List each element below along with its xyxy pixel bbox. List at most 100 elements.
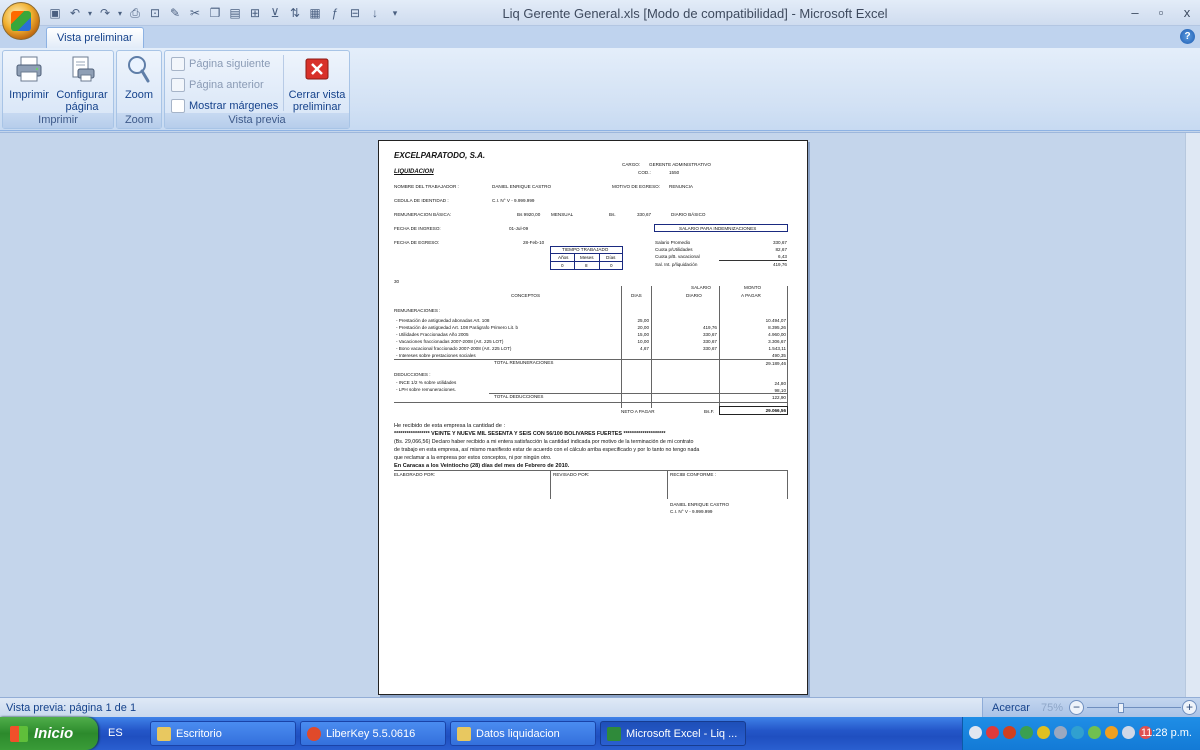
taskbar-item-liberkey[interactable]: LiberKey 5.5.0616 [300,721,446,746]
zoom-in-icon[interactable]: + [1182,700,1197,715]
ded-bottom-line [394,402,788,403]
tab-vista-preliminar[interactable]: Vista preliminar [46,27,144,48]
magnifier-icon [123,53,155,85]
group-vista-previa: Página siguiente Página anterior Mostrar… [164,50,350,129]
group-separator [283,55,284,111]
tray-app-icon[interactable] [1054,726,1067,739]
minimize-button[interactable]: – [1126,3,1144,21]
cod-label: COD.: [638,170,651,175]
salary-line-value: 330,67 [772,240,787,245]
remun-value: Bs 9920,00 [517,212,541,217]
language-indicator[interactable]: ES [108,727,123,739]
sign-ci: C.I. N° V - 9.999.999 [670,509,713,514]
table-col-divider-3 [719,286,720,408]
remun-label: REMUNERACION BÁSICA: [394,212,452,217]
salario-box-label: SALARIO PARA INDEMNIZACIONES [679,226,757,231]
deduction-row: - LPH sobre remuneraciones. [396,387,457,392]
help-icon[interactable]: ? [1180,29,1195,44]
neto-currency: Bs.F. [704,409,715,414]
group-label-zoom: Zoom [117,113,161,128]
print-preview-page[interactable]: EXCELPARATODO, S.A. LIQUIDACION CARGO: G… [378,140,808,695]
group-zoom: Zoom Zoom [116,50,162,129]
row-salario: 330,67 [702,332,717,337]
tiempo-divider-2 [551,261,622,262]
taskbar: Inicio ES Escritorio LiberKey 5.5.0616 D… [0,717,1200,750]
tray-back-icon[interactable] [969,726,982,739]
ribbon: Imprimir Configurar página Imprimir Zoom… [0,48,1200,131]
document-title: LIQUIDACION [394,169,434,175]
clock[interactable]: 11:28 p.m. [1141,727,1192,739]
tiempo-header-anos: Años [558,255,569,260]
tray-app-icon[interactable] [1105,726,1118,739]
tray-antivirus-icon[interactable] [986,726,999,739]
tiempo-value-anos: 0 [561,263,564,268]
system-tray: 11:28 p.m. [962,717,1200,750]
start-button[interactable]: Inicio [0,717,98,750]
ribbon-tab-bar: Vista preliminar ? [0,26,1200,48]
revisado-label: REVISADO POR: [553,472,590,477]
office-button[interactable] [2,2,40,40]
preview-workspace[interactable]: EXCELPARATODO, S.A. LIQUIDACION CARGO: G… [0,132,1200,698]
title-bar: ▣ ↶ ▾ ↷ ▾ ⎙ ⊡ ✎ ✂ ❐ ▤ ⊞ ⊻ ⇅ ▦ ƒ ⊟ ↓ ▾ Li… [0,0,1200,26]
tray-app-icon[interactable] [1020,726,1033,739]
sign-top-line [394,470,788,471]
zoom-slider-thumb[interactable] [1117,703,1124,713]
page-setup-button[interactable]: Configurar página [53,53,111,113]
concept-row: - Prestación de antigüedad abonadas Art.… [396,318,490,323]
tray-shield-icon[interactable] [1037,726,1050,739]
close-button[interactable]: x [1178,3,1196,21]
short-code: 30 [394,279,400,284]
close-preview-button[interactable]: Cerrar vista preliminar [287,53,347,113]
concept-row: - Utilidades Fraccionadas Año 2005 [396,332,469,337]
deduction-row: - INCE 1/2 % sobre utilidades [396,380,457,385]
tray-volume-icon[interactable] [1122,726,1135,739]
tray-app-icon[interactable] [1003,726,1016,739]
row-dias: 4,67 [640,346,649,351]
zoom-button[interactable]: Zoom [120,53,158,101]
vertical-scrollbar[interactable] [1185,133,1200,698]
salary-line-label: Sal. Int. p/liquidación [655,262,698,267]
deducciones-label: DEDUCCIONES : [394,372,431,377]
daily-value: 330,67 [637,212,652,217]
elaborado-label: ELABORADO POR: [394,472,436,477]
taskbar-item-excel[interactable]: Microsoft Excel - Liq ... [600,721,746,746]
tray-network-icon[interactable] [1071,726,1084,739]
restore-button[interactable]: ▫ [1152,3,1170,21]
declaration-line: que reclamar a la empresa por estos conc… [394,455,552,461]
page-setup-icon [66,53,98,85]
table-col-divider-2 [651,286,652,408]
tiempo-value-meses: 8 [585,263,588,268]
folder-icon [157,726,171,741]
cedula-value: C.I. N° V - 9.999.999 [492,198,535,203]
tiempo-divider [551,253,622,254]
taskbar-item-escritorio[interactable]: Escritorio [150,721,296,746]
window-controls: – ▫ x [1126,3,1196,21]
next-page-icon [171,57,185,71]
next-page-button[interactable]: Página siguiente [171,55,270,73]
concept-row: - Prestación de antigüedad Art. 108 Pará… [396,325,519,330]
zoom-in-label[interactable]: Acercar [992,702,1030,714]
salary-line-value: 419,76 [772,262,787,267]
tiempo-title: TIEMPO TRABAJADO [562,247,609,252]
row-salario: 330,67 [702,346,717,351]
egreso-label: FECHA DE EGRESO: [394,240,440,245]
zoom-out-icon[interactable]: − [1069,700,1084,715]
taskbar-item-datos[interactable]: Datos liquidacion [450,721,596,746]
tray-app-icon[interactable] [1088,726,1101,739]
row-dias: 15,00 [637,332,650,337]
row-monto: 1.543,11 [768,346,786,351]
sign-divider-3 [787,470,788,499]
status-bar: Vista previa: página 1 de 1 Acercar 75% … [0,697,1200,718]
worker-value: DANIEL ENRIQUE CASTRO [492,184,552,189]
prev-page-button[interactable]: Página anterior [171,76,264,94]
zoom-slider[interactable] [1087,707,1181,708]
group-label-imprimir: Imprimir [3,113,113,128]
row-salario: 330,67 [702,339,717,344]
rows-bottom-line [394,359,788,360]
folder-icon [457,726,471,741]
printer-icon [13,53,45,85]
salary-line-label: Cuota p/B. vacacional [655,254,700,259]
col-salario-2: DIARIO [686,293,702,298]
print-button[interactable]: Imprimir [6,53,52,101]
concept-row: - Bono vacacional fraccionado 2007-2008 … [396,346,512,351]
